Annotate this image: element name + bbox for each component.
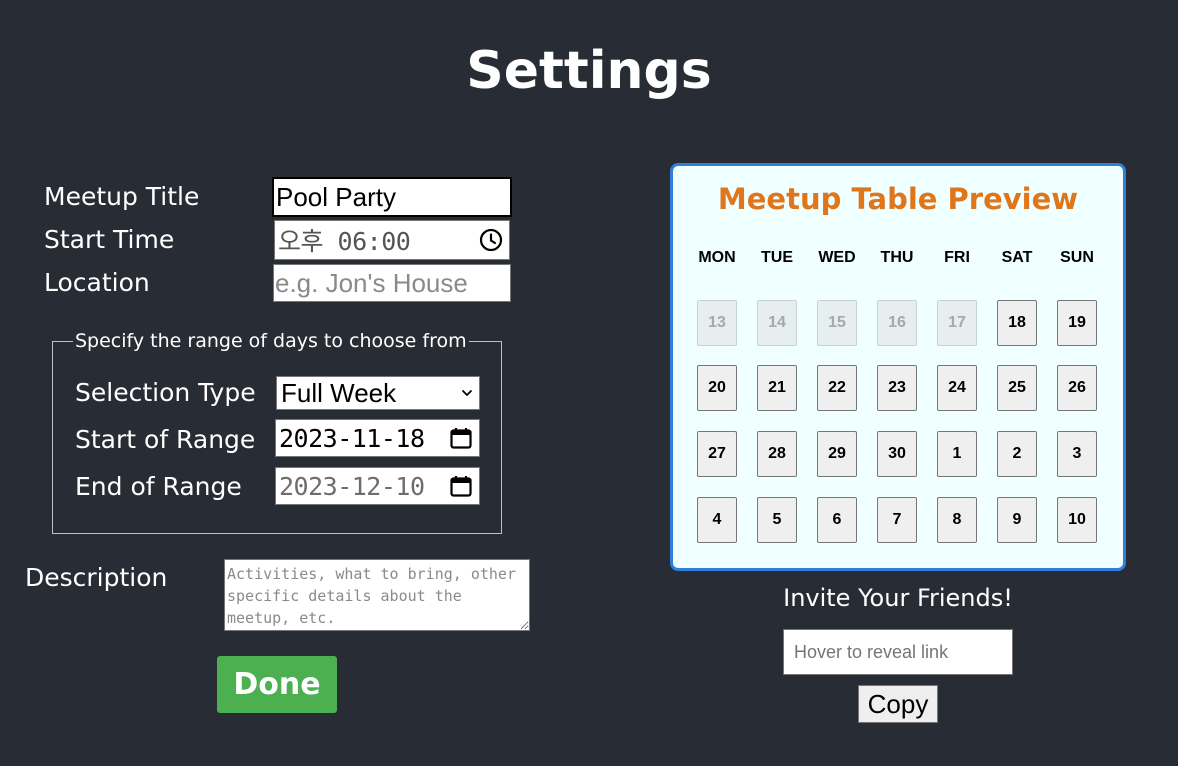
calendar-day-cell[interactable]: 5 bbox=[757, 497, 797, 543]
meetup-title-field[interactable] bbox=[272, 177, 512, 217]
calendar-icon[interactable] bbox=[449, 426, 473, 450]
chevron-down-icon bbox=[462, 390, 472, 396]
description-label: Description bbox=[25, 563, 168, 592]
calendar-day-cell[interactable]: 4 bbox=[697, 497, 737, 543]
location-label: Location bbox=[44, 268, 150, 297]
calendar-day-cell[interactable]: 29 bbox=[817, 431, 857, 477]
calendar-day-cell[interactable]: 20 bbox=[697, 365, 737, 411]
end-of-range-label: End of Range bbox=[75, 472, 242, 501]
description-textarea[interactable] bbox=[224, 559, 530, 631]
start-time-value: 오후 06:00 bbox=[278, 227, 411, 256]
copy-button[interactable]: Copy bbox=[858, 685, 938, 723]
calendar-day-cell[interactable]: 10 bbox=[1057, 497, 1097, 543]
calendar-day-cell: 15 bbox=[817, 300, 857, 346]
start-time-input[interactable]: 오후 06:00 bbox=[274, 220, 510, 260]
selection-type-label: Selection Type bbox=[75, 378, 256, 407]
day-header-mon: MON bbox=[698, 249, 736, 266]
calendar-day-cell[interactable]: 9 bbox=[997, 497, 1037, 543]
calendar-day-cell[interactable]: 8 bbox=[937, 497, 977, 543]
calendar-day-cell[interactable]: 25 bbox=[997, 365, 1037, 411]
calendar-day-cell[interactable]: 3 bbox=[1057, 431, 1097, 477]
calendar-day-cell: 17 bbox=[937, 300, 977, 346]
calendar-day-cell[interactable]: 7 bbox=[877, 497, 917, 543]
end-of-range-input[interactable]: 2023-12-10 bbox=[275, 467, 480, 505]
calendar-day-cell[interactable]: 21 bbox=[757, 365, 797, 411]
start-time-label: Start Time bbox=[44, 225, 175, 254]
meetup-title-label: Meetup Title bbox=[44, 182, 200, 211]
preview-title: Meetup Table Preview bbox=[717, 182, 1079, 216]
start-of-range-label: Start of Range bbox=[75, 425, 256, 454]
calendar-day-cell[interactable]: 6 bbox=[817, 497, 857, 543]
range-legend: Specify the range of days to choose from bbox=[75, 330, 467, 352]
meetup-title-input[interactable] bbox=[274, 179, 510, 215]
calendar-day-cell[interactable]: 18 bbox=[997, 300, 1037, 346]
calendar-day-cell[interactable]: 27 bbox=[697, 431, 737, 477]
day-header-sun: SUN bbox=[1060, 249, 1094, 266]
day-header-tue: TUE bbox=[761, 249, 793, 266]
start-of-range-value: 2023-11-18 bbox=[279, 423, 425, 453]
calendar-day-cell[interactable]: 1 bbox=[937, 431, 977, 477]
calendar-day-cell[interactable]: 2 bbox=[997, 431, 1037, 477]
calendar-day-cell[interactable]: 19 bbox=[1057, 300, 1097, 346]
start-of-range-input[interactable]: 2023-11-18 bbox=[275, 419, 480, 457]
end-of-range-value: 2023-12-10 bbox=[279, 471, 425, 501]
calendar-day-cell[interactable]: 30 bbox=[877, 431, 917, 477]
selection-type-select[interactable]: Full Week bbox=[276, 376, 480, 410]
calendar-day-cell: 13 bbox=[697, 300, 737, 346]
calendar-day-cell[interactable]: 24 bbox=[937, 365, 977, 411]
invite-link-input[interactable] bbox=[783, 629, 1013, 675]
calendar-day-cell[interactable]: 22 bbox=[817, 365, 857, 411]
calendar-day-cell[interactable]: 23 bbox=[877, 365, 917, 411]
clock-icon[interactable] bbox=[479, 228, 503, 252]
day-header-fri: FRI bbox=[944, 249, 970, 266]
page-title: Settings bbox=[466, 41, 712, 101]
location-input[interactable] bbox=[274, 265, 510, 301]
selection-type-value: Full Week bbox=[281, 377, 397, 408]
day-header-sat: SAT bbox=[1001, 249, 1033, 266]
calendar-icon[interactable] bbox=[449, 474, 473, 498]
location-field[interactable] bbox=[273, 264, 511, 302]
calendar-day-cell: 14 bbox=[757, 300, 797, 346]
day-header-wed: WED bbox=[818, 249, 856, 266]
calendar-day-cell[interactable]: 26 bbox=[1057, 365, 1097, 411]
calendar-day-cell[interactable]: 28 bbox=[757, 431, 797, 477]
calendar-day-cell: 16 bbox=[877, 300, 917, 346]
done-button[interactable]: Done bbox=[217, 656, 337, 713]
meetup-table-preview: Meetup Table Preview MON TUE WED THU FRI SAT S… bbox=[670, 163, 1126, 571]
day-header-thu: THU bbox=[880, 249, 914, 266]
invite-label: Invite Your Friends! bbox=[783, 584, 1013, 612]
